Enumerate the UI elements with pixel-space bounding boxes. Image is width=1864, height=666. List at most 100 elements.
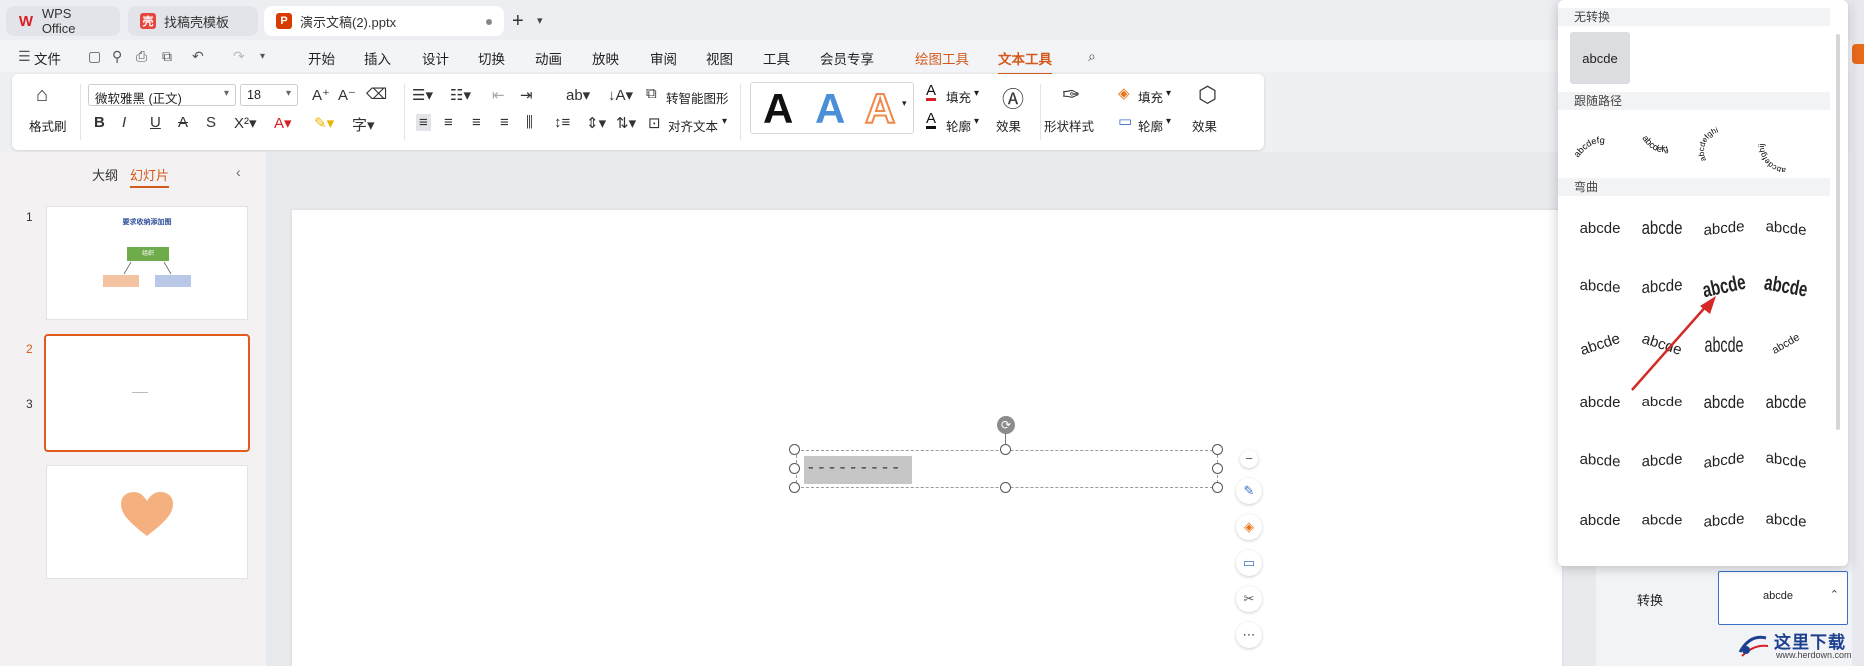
decrease-indent-icon[interactable]: ⇤ xyxy=(492,86,505,104)
redo-icon[interactable]: ↷ xyxy=(233,48,245,65)
resize-handle-e[interactable] xyxy=(1212,463,1223,474)
resize-handle-se[interactable] xyxy=(1212,482,1223,493)
bullets-icon[interactable]: ☰▾ xyxy=(412,86,433,104)
shrink-font-icon[interactable]: A⁻ xyxy=(338,86,356,104)
resize-handle-n[interactable] xyxy=(1000,444,1011,455)
align-text-label[interactable]: 对齐文本 xyxy=(668,116,718,135)
style-brush-icon[interactable]: ✎ xyxy=(1236,478,1262,504)
text-fill-label[interactable]: 填充 xyxy=(946,87,971,106)
menu-icon[interactable]: ☰ xyxy=(18,48,31,65)
fill-bucket-icon[interactable]: ◈ xyxy=(1236,514,1262,540)
menu-animation[interactable]: 动画 xyxy=(535,48,562,68)
highlight-icon[interactable]: ✎▾ xyxy=(314,114,334,132)
collapse-panel-icon[interactable]: ‹ xyxy=(236,164,241,180)
menu-view[interactable]: 视图 xyxy=(706,48,733,68)
menu-design[interactable]: 设计 xyxy=(422,48,449,68)
align-center-icon[interactable]: ≡ xyxy=(444,114,453,131)
menu-file[interactable]: 文件 xyxy=(34,48,61,68)
align-left-icon[interactable]: ≡ xyxy=(416,114,431,131)
text-effects-label[interactable]: 效果 xyxy=(996,116,1021,135)
slide-thumbnail-1[interactable]: 要求收纳添加图 组织 xyxy=(46,206,248,320)
format-painter-label[interactable]: 格式刷 xyxy=(29,116,67,135)
tab-template[interactable]: 壳 找稿壳模板 xyxy=(128,6,258,36)
textbox-selected-text[interactable]: --------- xyxy=(804,456,912,484)
align-right-icon[interactable]: ≡ xyxy=(472,114,481,131)
distribute-icon[interactable]: ⫼ xyxy=(526,114,533,131)
menu-tools[interactable]: 工具 xyxy=(763,48,790,68)
transform-select[interactable]: abcde ⌃ xyxy=(1718,571,1848,625)
menu-slideshow[interactable]: 放映 xyxy=(592,48,619,68)
rotate-handle-icon[interactable]: ⟳ xyxy=(997,416,1015,434)
outline-box-icon[interactable]: ▭ xyxy=(1236,550,1262,576)
warp-option[interactable]: abcde xyxy=(1694,491,1754,548)
warp-option[interactable]: abcde xyxy=(1632,197,1692,259)
chevron-down-icon[interactable]: ▾ xyxy=(974,116,979,127)
shape-effects-icon[interactable]: ⬡ xyxy=(1198,82,1217,108)
chevron-down-icon[interactable]: ▾ xyxy=(1166,116,1171,127)
shape-style-label[interactable]: 形状样式 xyxy=(1044,116,1094,135)
superscript-icon[interactable]: X²▾ xyxy=(234,114,257,132)
resize-handle-nw[interactable] xyxy=(789,444,800,455)
underline-icon[interactable]: U xyxy=(150,114,161,131)
resize-handle-w[interactable] xyxy=(789,463,800,474)
menu-text-tools[interactable]: 文本工具 xyxy=(998,48,1052,75)
warp-option[interactable]: abcde xyxy=(1756,372,1816,432)
text-outline-label[interactable]: 轮廓 xyxy=(946,116,971,135)
shadow-text-icon[interactable]: S xyxy=(206,114,216,131)
tab-slides[interactable]: 幻灯片 xyxy=(130,165,170,188)
font-name-select[interactable]: 微软雅黑 (正文) ▾ xyxy=(88,84,236,106)
pin-icon[interactable]: ⚲ xyxy=(112,48,122,65)
path-circle-option[interactable]: abcdefghi xyxy=(1694,120,1754,172)
more-icon[interactable]: ⋯ xyxy=(1236,622,1262,648)
chevron-down-icon[interactable]: ▾ xyxy=(1166,88,1171,99)
sort-icon[interactable]: ↓A▾ xyxy=(608,86,633,104)
shape-style-icon[interactable]: ✑ xyxy=(1062,82,1080,108)
warp-option[interactable]: abcde xyxy=(1694,430,1754,490)
path-arch-down-option[interactable]: abcdefg xyxy=(1632,120,1692,172)
resize-handle-sw[interactable] xyxy=(789,482,800,493)
quick-more-icon[interactable]: ▾ xyxy=(260,51,265,62)
tab-document[interactable]: P 演示文稿(2).pptx xyxy=(264,6,504,36)
warp-option[interactable]: abcde xyxy=(1756,491,1816,548)
path-arch-up-option[interactable]: abcdefg xyxy=(1570,120,1630,172)
shape-fill-label[interactable]: 填充 xyxy=(1138,87,1163,106)
justify-icon[interactable]: ≡ xyxy=(500,114,509,131)
font-color-icon[interactable]: A▾ xyxy=(274,114,292,132)
warp-option[interactable]: abcde xyxy=(1570,494,1630,546)
col-spacing-icon[interactable]: ⇅▾ xyxy=(616,114,636,132)
sidebar-toggle-icon[interactable] xyxy=(1852,44,1864,64)
transform-none-option[interactable]: abcde xyxy=(1570,32,1630,84)
menu-insert[interactable]: 插入 xyxy=(364,48,391,68)
line-spacing-icon[interactable]: ↕≡ xyxy=(554,114,570,131)
text-outline-icon[interactable]: A xyxy=(926,111,937,129)
menu-transition[interactable]: 切换 xyxy=(478,48,505,68)
menu-review[interactable]: 审阅 xyxy=(650,48,677,68)
tools-icon[interactable]: ✂ xyxy=(1236,586,1262,612)
text-style-gallery[interactable]: A A A xyxy=(750,82,914,134)
shape-outline-icon[interactable]: ▭ xyxy=(1118,112,1132,130)
text-fill-icon[interactable]: A xyxy=(926,83,937,101)
italic-icon[interactable]: I xyxy=(122,114,126,131)
chevron-down-icon[interactable]: ▾ xyxy=(974,88,979,99)
font-size-select[interactable]: 18 ▾ xyxy=(240,84,298,106)
grow-font-icon[interactable]: A⁺ xyxy=(312,86,330,104)
text-effects-icon[interactable]: Ⓐ xyxy=(1002,82,1024,114)
minus-icon[interactable]: − xyxy=(1240,450,1258,468)
chevron-down-icon[interactable]: ▾ xyxy=(537,14,543,27)
menu-member[interactable]: 会员专享 xyxy=(820,48,874,68)
smart-art-label[interactable]: 转智能图形 xyxy=(666,88,729,107)
clear-format-icon[interactable]: ⌫ xyxy=(366,85,387,103)
print-preview-icon[interactable]: ⧉ xyxy=(162,48,172,65)
warp-option[interactable]: abcde xyxy=(1632,497,1692,544)
dropdown-scrollbar[interactable] xyxy=(1836,34,1840,430)
bold-icon[interactable]: B xyxy=(94,114,105,131)
smart-art-icon[interactable]: ⧉ xyxy=(646,85,657,102)
para-spacing-icon[interactable]: ⇕▾ xyxy=(586,114,606,132)
text-style-black[interactable]: A xyxy=(763,87,793,131)
search-icon[interactable]: ⌕ xyxy=(1088,48,1096,65)
tab-outline[interactable]: 大纲 xyxy=(92,165,118,184)
menu-drawing-tools[interactable]: 绘图工具 xyxy=(915,48,969,68)
slide-thumbnail-3[interactable] xyxy=(46,465,248,579)
slide-thumbnail-2[interactable] xyxy=(44,334,250,452)
new-tab-icon[interactable]: + xyxy=(512,10,524,33)
